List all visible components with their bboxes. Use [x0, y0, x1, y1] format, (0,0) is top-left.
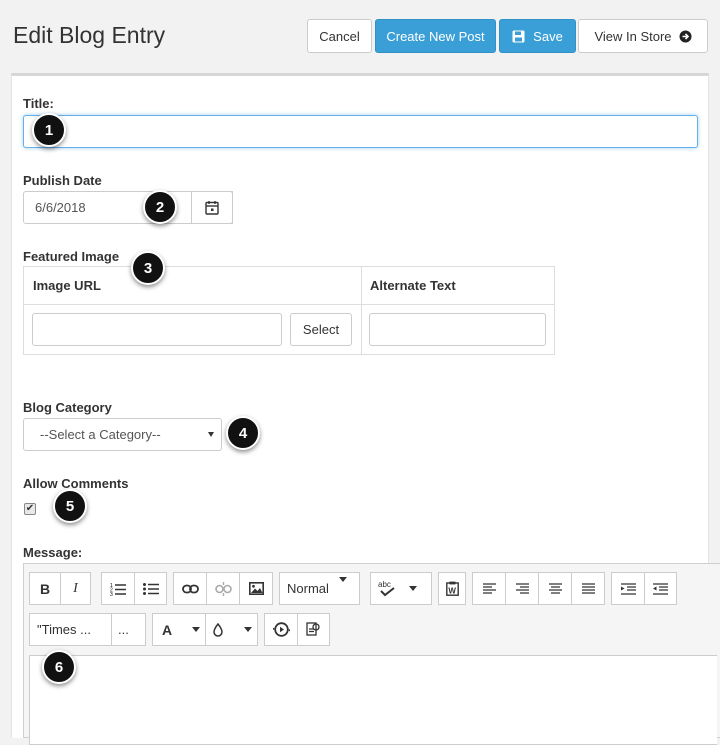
save-label: Save	[533, 28, 563, 44]
font-family-dropdown[interactable]: "Times ...	[30, 614, 112, 645]
indent-group	[611, 572, 677, 605]
link-icon	[181, 584, 199, 593]
media-icon	[272, 622, 290, 637]
chevron-down-icon	[244, 627, 252, 632]
font-group: "Times ... ...	[29, 613, 146, 646]
chevron-down-icon	[192, 627, 201, 632]
chevron-down-icon	[208, 432, 214, 437]
save-button[interactable]: Save	[499, 19, 576, 53]
page-header: Edit Blog Entry Cancel Create New Post S…	[0, 0, 720, 72]
callout-badge: 1	[32, 113, 66, 147]
image-icon	[248, 582, 264, 595]
select-image-button[interactable]: Select	[290, 313, 352, 346]
spellcheck-icon: abc	[378, 580, 395, 597]
arrow-circle-right-icon	[679, 30, 692, 42]
image-url-header: Image URL	[33, 278, 101, 293]
message-editor: B I 123 Normal abc W "Times ... ... A	[23, 563, 720, 745]
svg-text:abc: abc	[378, 580, 391, 589]
basic-styles-group: B I	[29, 572, 91, 605]
align-center-icon	[548, 583, 562, 594]
find-replace-button[interactable]	[298, 614, 329, 645]
blog-category-select[interactable]: --Select a Category--	[23, 418, 222, 451]
insert-media-button[interactable]	[265, 614, 298, 645]
title-input[interactable]	[23, 115, 698, 148]
view-in-store-label: View In Store	[594, 28, 672, 44]
featured-image-table: Image URL Alternate Text Select	[23, 266, 555, 355]
featured-image-label: Featured Image	[23, 249, 120, 264]
allow-comments-label: Allow Comments	[23, 476, 129, 491]
clipboard-word-icon: W	[445, 581, 459, 596]
chevron-down-icon	[409, 586, 417, 591]
paste-word-group: W	[438, 572, 466, 605]
indent-icon	[620, 582, 636, 595]
alternate-text-header: Alternate Text	[370, 278, 456, 293]
title-label: Title:	[23, 96, 54, 111]
text-color-button[interactable]: A	[153, 614, 206, 645]
svg-text:3: 3	[110, 592, 113, 596]
document-search-icon	[306, 622, 320, 636]
bullet-list-button[interactable]	[135, 573, 166, 604]
callout-badge: 5	[53, 489, 87, 523]
outdent-button[interactable]	[645, 573, 676, 604]
spellcheck-button[interactable]: abc	[371, 573, 431, 604]
align-left-icon	[482, 583, 496, 594]
font-size-dropdown[interactable]: ...	[112, 614, 145, 645]
insert-link-button[interactable]	[174, 573, 207, 604]
align-center-button[interactable]	[539, 573, 572, 604]
spellcheck-group: abc	[370, 572, 432, 605]
unlink-button[interactable]	[207, 573, 240, 604]
numbered-list-icon: 123	[110, 583, 126, 596]
table-column-divider	[361, 267, 362, 354]
bold-button[interactable]: B	[30, 573, 61, 604]
media-group	[264, 613, 330, 646]
alternate-text-input[interactable]	[369, 313, 546, 346]
floppy-disk-icon	[512, 30, 525, 42]
insert-image-button[interactable]	[240, 573, 272, 604]
text-color-icon: A	[162, 621, 173, 638]
message-text-area[interactable]	[29, 655, 717, 745]
align-right-icon	[515, 583, 529, 594]
background-color-button[interactable]	[206, 614, 257, 645]
cancel-button[interactable]: Cancel	[307, 19, 372, 53]
message-label: Message:	[23, 545, 83, 560]
table-divider	[24, 304, 554, 305]
numbered-list-button[interactable]: 123	[102, 573, 135, 604]
list-group: 123	[101, 572, 167, 605]
bullet-list-icon	[142, 582, 159, 595]
blog-category-label: Blog Category	[23, 400, 112, 415]
callout-badge: 4	[226, 416, 260, 450]
align-left-button[interactable]	[473, 573, 506, 604]
outdent-icon	[653, 582, 668, 595]
chevron-down-icon	[339, 577, 347, 582]
color-group: A	[152, 613, 258, 646]
unlink-icon	[214, 581, 232, 596]
align-right-button[interactable]	[506, 573, 539, 604]
align-justify-button[interactable]	[572, 573, 604, 604]
format-dropdown[interactable]: Normal	[279, 572, 360, 605]
italic-button[interactable]: I	[61, 573, 90, 604]
calendar-icon	[205, 201, 219, 215]
page-title: Edit Blog Entry	[13, 22, 166, 48]
callout-badge: 3	[131, 251, 165, 285]
alignment-group	[472, 572, 605, 605]
align-justify-icon	[581, 583, 595, 594]
publish-date-label: Publish Date	[23, 173, 102, 188]
allow-comments-checkbox[interactable]: ✔	[24, 503, 36, 515]
blog-category-value: --Select a Category--	[40, 427, 161, 442]
droplet-icon	[213, 622, 223, 637]
callout-badge: 2	[143, 190, 177, 224]
paste-from-word-button[interactable]: W	[439, 573, 465, 604]
callout-badge: 6	[42, 650, 76, 684]
format-value: Normal	[287, 581, 329, 596]
view-in-store-button[interactable]: View In Store	[578, 19, 708, 53]
link-group	[173, 572, 273, 605]
calendar-button[interactable]	[191, 191, 233, 224]
svg-text:W: W	[448, 587, 456, 596]
create-new-post-button[interactable]: Create New Post	[375, 19, 496, 53]
indent-button[interactable]	[612, 573, 645, 604]
image-url-input[interactable]	[32, 313, 282, 346]
